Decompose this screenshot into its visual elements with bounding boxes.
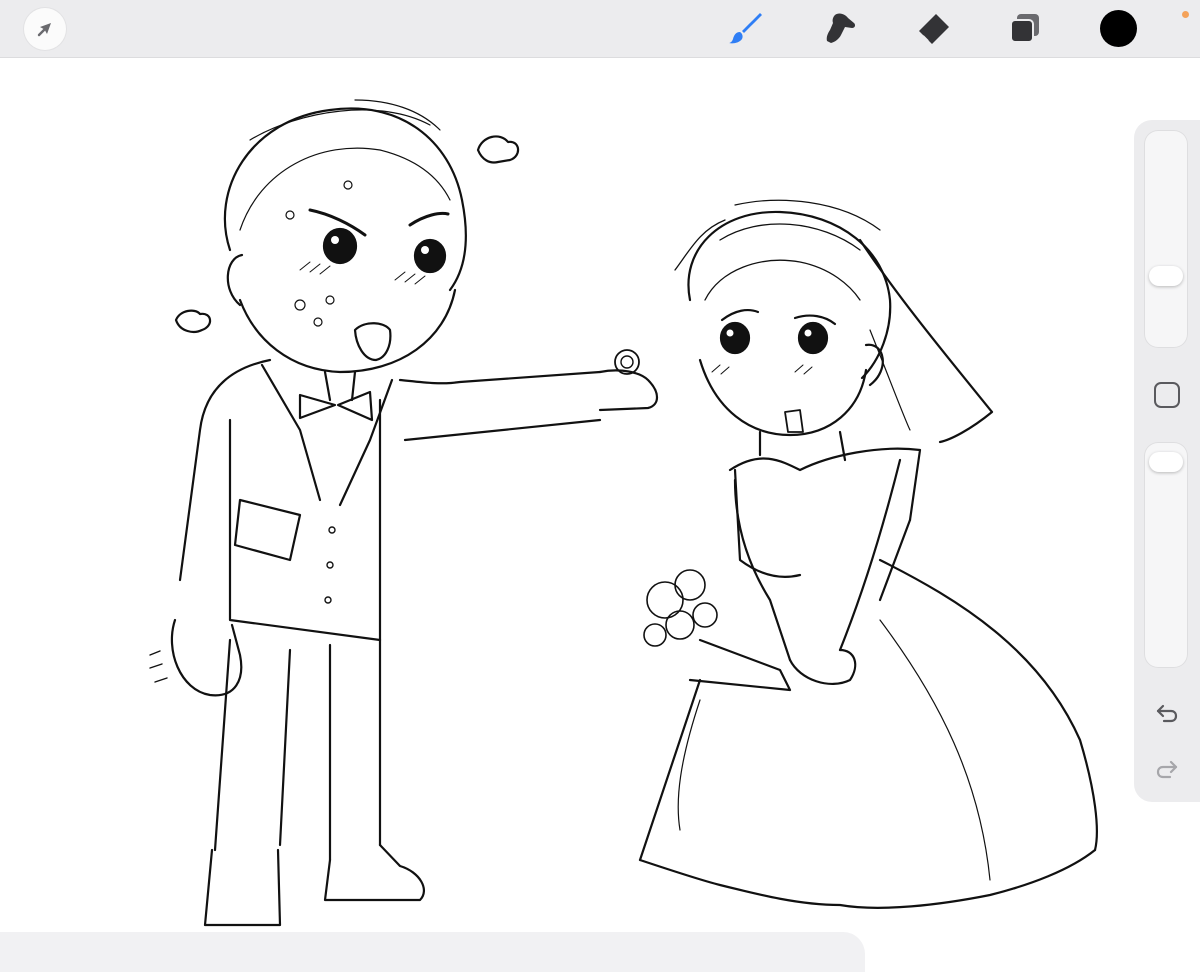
- brush-tool-button[interactable]: [726, 8, 766, 48]
- brush-opacity-slider[interactable]: [1144, 442, 1188, 668]
- status-indicator-dot: [1182, 11, 1189, 18]
- layers-icon: [1010, 14, 1039, 43]
- eraser-tool-button[interactable]: [913, 8, 953, 48]
- redo-icon: [1156, 760, 1178, 779]
- redo-button[interactable]: [1152, 754, 1182, 784]
- smudge-tool-button[interactable]: [820, 8, 860, 48]
- brush-size-slider[interactable]: [1144, 130, 1188, 348]
- undo-button[interactable]: [1152, 698, 1182, 728]
- brush-sidebar: [1134, 120, 1200, 802]
- sketch-artwork: [149, 99, 1098, 927]
- smudge-icon: [826, 13, 856, 43]
- drawing-canvas[interactable]: [0, 58, 1200, 953]
- undo-icon: [1156, 704, 1178, 723]
- brush-icon: [729, 13, 762, 44]
- bottom-panel-edge: [0, 932, 865, 972]
- square-modify-icon[interactable]: [1154, 382, 1180, 408]
- brush-size-thumb[interactable]: [1149, 266, 1183, 286]
- eraser-icon: [919, 14, 949, 44]
- color-picker-button[interactable]: [1100, 10, 1137, 47]
- actions-button[interactable]: [24, 8, 66, 50]
- arrow-cursor-icon: [37, 23, 51, 37]
- layers-button[interactable]: [1005, 8, 1045, 48]
- brush-opacity-thumb[interactable]: [1149, 452, 1183, 472]
- top-toolbar: [0, 0, 1200, 58]
